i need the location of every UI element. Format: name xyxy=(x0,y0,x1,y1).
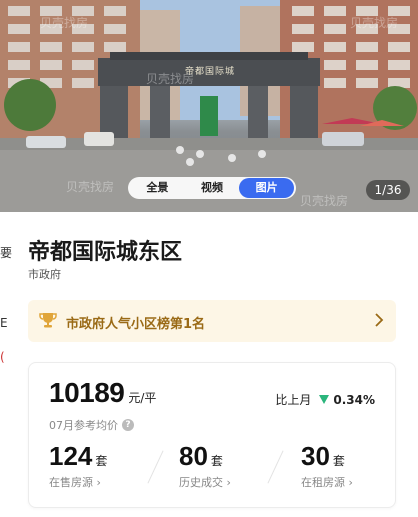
stat-sold-history[interactable]: 80 套 历史成交 › xyxy=(179,441,231,490)
edge-text-fragment: E xyxy=(0,316,8,330)
watermark-text: 贝壳找房 xyxy=(40,16,89,30)
community-photo[interactable]: 帝都国际城 贝壳找房 贝壳找房 贝壳找房 贝壳找房 贝壳找房 全景 视频 图片 … xyxy=(0,0,418,212)
popularity-rank-banner[interactable]: 市政府人气小区榜第1名 xyxy=(28,300,396,342)
price-label-text: 07月参考均价 xyxy=(49,419,118,432)
price-row: 10189 元/平 xyxy=(49,377,156,409)
down-triangle-icon xyxy=(319,393,330,407)
watermark-text: 贝壳找房 xyxy=(66,180,115,194)
tab-photos[interactable]: 图片 xyxy=(239,178,295,198)
trophy-icon xyxy=(38,310,58,334)
price-unit: 元/平 xyxy=(128,391,157,405)
stat-value: 124 xyxy=(49,441,93,471)
tab-panorama[interactable]: 全景 xyxy=(130,178,185,198)
edge-text-fragment: 要 xyxy=(0,246,13,260)
stat-for-rent[interactable]: 30 套 在租房源 › xyxy=(301,441,353,490)
rank-text: 市政府人气小区榜第1名 xyxy=(66,317,206,332)
stat-value: 30 xyxy=(301,441,330,471)
community-district: 市政府 xyxy=(28,268,61,281)
watermark-text: 贝壳找房 xyxy=(350,16,399,30)
stat-unit: 套 xyxy=(95,454,108,468)
stat-label: 历史成交 › xyxy=(179,476,231,489)
photo-page-counter: 1/36 xyxy=(366,180,410,200)
mom-value: 0.34% xyxy=(333,392,375,407)
watermark-text: 贝壳找房 xyxy=(146,72,195,86)
media-tab-bar: 全景 视频 图片 xyxy=(128,177,296,199)
chevron-right-icon xyxy=(374,312,384,332)
stat-unit: 套 xyxy=(210,454,223,468)
watermark-text: 贝壳找房 xyxy=(300,194,349,208)
help-icon[interactable]: ? xyxy=(122,419,134,431)
average-price: 10189 xyxy=(49,377,125,408)
stat-label: 在租房源 › xyxy=(301,476,353,489)
tab-video[interactable]: 视频 xyxy=(185,178,240,198)
edge-text-fragment: ( xyxy=(0,350,5,364)
month-over-month: 比上月 0.34% xyxy=(275,391,375,408)
stat-for-sale[interactable]: 124 套 在售房源 › xyxy=(49,441,107,490)
price-label: 07月参考均价 ? xyxy=(49,417,134,433)
price-card: 10189 元/平 07月参考均价 ? 比上月 0.34% 124 套 在售房源 … xyxy=(28,362,396,508)
mom-label: 比上月 xyxy=(275,393,312,407)
stat-label: 在售房源 › xyxy=(49,476,101,489)
stat-value: 80 xyxy=(179,441,208,471)
stat-unit: 套 xyxy=(332,454,345,468)
stat-divider xyxy=(267,450,284,484)
listing-stats: 124 套 在售房源 › 80 套 历史成交 › 30 套 在租房源 › xyxy=(29,441,397,501)
community-title: 帝都国际城东区 xyxy=(28,240,183,265)
stat-divider xyxy=(147,450,164,484)
